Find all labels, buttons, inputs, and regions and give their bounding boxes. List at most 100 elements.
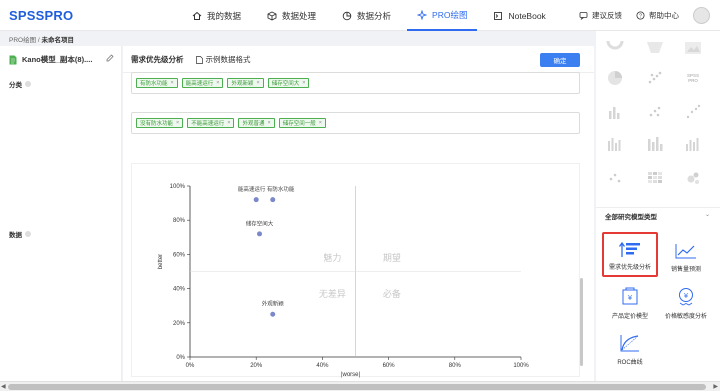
file-row: Kano模型_副本(8).... (9, 54, 114, 65)
edit-icon[interactable] (106, 54, 114, 62)
info-icon[interactable] (25, 81, 31, 87)
chart-card: 0% 20% 40% 60% 80% 100% 0% 20% 40% 60% 80% 100% |wor… (131, 163, 580, 378)
quadrant-label-attractive: 魅力 (323, 252, 341, 263)
y-tick-label: 80% (173, 218, 186, 224)
nav-pro-chart[interactable]: PRO绘图 (407, 0, 478, 31)
bubble-thumb-icon[interactable] (684, 169, 702, 187)
horizontal-scrollbar[interactable]: ◀ ▶ (0, 381, 720, 391)
priority-bars-icon (618, 241, 640, 257)
help-button[interactable]: ? 帮助中心 (636, 10, 679, 21)
tag-field-row2[interactable]: 没有防水功能 × 不能高速运行 × 外观普通 × 储存空间一般 × (131, 112, 580, 134)
scroll-right-icon[interactable]: ▶ (713, 383, 718, 390)
model-roc-curve[interactable]: ROC曲线 (602, 325, 658, 370)
pie-icon (342, 11, 352, 20)
model-label: ROC曲线 (617, 360, 643, 366)
y-tick-label: 60% (173, 252, 186, 258)
model-price-sensitivity[interactable]: ¥ 价格敏感度分析 (658, 279, 714, 324)
close-icon[interactable]: × (227, 120, 230, 126)
bar-thumb-icon[interactable] (606, 103, 624, 121)
funnel-thumb-icon[interactable] (646, 39, 664, 57)
model-label: 产品定价模型 (611, 314, 648, 320)
heatmap-thumb-icon[interactable] (646, 169, 664, 187)
logo[interactable]: SPSSPRO (9, 8, 73, 23)
feedback-button[interactable]: 建议反馈 (579, 10, 622, 21)
file-icon (9, 55, 17, 64)
donut-thumb-icon[interactable] (606, 39, 624, 57)
feedback-label: 建议反馈 (592, 11, 622, 20)
tab-row: 需求优先级分析 示例数据格式 (131, 54, 251, 65)
scatter-thumb-icon[interactable] (646, 69, 664, 87)
quadrant-label-must-be: 必备 (383, 288, 401, 299)
help-label: 帮助中心 (649, 11, 679, 20)
tab-example-format[interactable]: 示例数据格式 (195, 54, 251, 65)
tag[interactable]: 没有防水功能 × (136, 118, 184, 128)
tag[interactable]: 储存空间一般 × (278, 118, 326, 128)
tag[interactable]: 有防水功能 × (136, 78, 178, 88)
tag-field-row1[interactable]: 有防水功能 × 能高速运行 × 外观新颖 × 储存空间大 × (131, 72, 580, 94)
vertical-scrollbar[interactable] (580, 278, 583, 366)
scatter-point (253, 197, 259, 203)
tag-text: 没有防水功能 (140, 121, 174, 127)
close-icon[interactable]: × (216, 80, 219, 86)
nav-label: 数据分析 (357, 10, 392, 21)
info-icon[interactable] (25, 231, 31, 237)
chart-thumbnails: SPSS PRO (596, 31, 720, 207)
point-data-label: 储存空间大 (246, 219, 274, 227)
nav-data-processing[interactable]: 数据处理 (257, 0, 326, 31)
spsspro-thumb-icon[interactable]: SPSSPRO (684, 69, 702, 87)
close-icon[interactable]: × (256, 80, 259, 86)
tag[interactable]: 外观新颖 × (227, 78, 264, 88)
column-thumb-icon[interactable] (606, 135, 624, 153)
scatter-thumb-icon[interactable] (646, 103, 664, 121)
price-sensitivity-icon: ¥ (679, 288, 693, 306)
nav-notebook[interactable]: NoteBook (483, 0, 555, 31)
quadrant-label-indifferent: 无差异 (319, 288, 346, 299)
roc-curve-icon (620, 335, 639, 352)
x-axis-label: |worse| (341, 372, 361, 378)
tag-text: 外观普通 (242, 121, 265, 127)
tab-example-label: 示例数据格式 (205, 55, 251, 64)
point-data-label: 外观新颖 (262, 300, 285, 308)
chevron-down-icon[interactable]: ⌄ (705, 211, 710, 218)
tag[interactable]: 外观普通 × (238, 118, 275, 128)
model-priority-analysis[interactable]: 需求优先级分析 (602, 232, 658, 277)
pro-chart-icon (417, 9, 428, 20)
model-sales-forecast[interactable]: 销售量预测 (658, 232, 714, 277)
tag[interactable]: 能高速运行 × (181, 78, 224, 88)
pie-thumb-icon[interactable] (606, 69, 624, 87)
scroll-left-icon[interactable]: ◀ (1, 383, 6, 390)
confirm-button[interactable]: 确定 (540, 53, 580, 67)
category-label: 分类 (9, 79, 31, 89)
tag[interactable]: 不能高速运行 × (187, 118, 235, 128)
tag[interactable]: 储存空间大 × (267, 78, 310, 88)
y-tick-label: 40% (173, 287, 186, 293)
y-tick-label: 100% (170, 184, 186, 190)
config-panel: 需求优先级分析 示例数据格式 确定 有防水功能 × 能高速运行 × 外观新颖 × 储存… (123, 46, 594, 381)
file-name: Kano模型_副本(8).... (22, 55, 93, 64)
tag-text: 不能高速运行 (191, 121, 225, 127)
notebook-icon (494, 11, 503, 20)
scatter-thumb-icon[interactable] (606, 169, 624, 187)
close-icon[interactable]: × (302, 80, 305, 86)
tab-priority-analysis[interactable]: 需求优先级分析 (131, 54, 184, 65)
close-icon[interactable]: × (171, 80, 174, 86)
breadcrumb: PRO绘图 / 未命名项目 (9, 34, 74, 44)
nav-data-analysis[interactable]: 数据分析 (332, 0, 401, 31)
scrollbar-thumb[interactable] (8, 384, 706, 390)
close-icon[interactable]: × (319, 120, 322, 126)
nav-label: NoteBook (508, 10, 546, 21)
column-thumb-icon[interactable] (646, 135, 664, 153)
image-thumb-icon[interactable] (684, 39, 702, 57)
model-product-pricing[interactable]: ¥ 产品定价模型 (602, 279, 658, 324)
close-icon[interactable]: × (176, 120, 179, 126)
y-tick-label: 20% (173, 321, 186, 327)
avatar[interactable] (693, 7, 710, 24)
x-tick-label: 80% (449, 363, 462, 369)
nav-label: 我的数据 (207, 10, 242, 21)
close-icon[interactable]: × (267, 120, 270, 126)
breadcrumb-root[interactable]: PRO绘图 (9, 37, 36, 44)
nav-my-data[interactable]: 我的数据 (182, 0, 251, 31)
column-thumb-icon[interactable] (684, 135, 702, 153)
scatter-thumb-icon[interactable] (684, 103, 702, 121)
point-data-label: 能高速运行 有防水功能 (238, 185, 295, 193)
